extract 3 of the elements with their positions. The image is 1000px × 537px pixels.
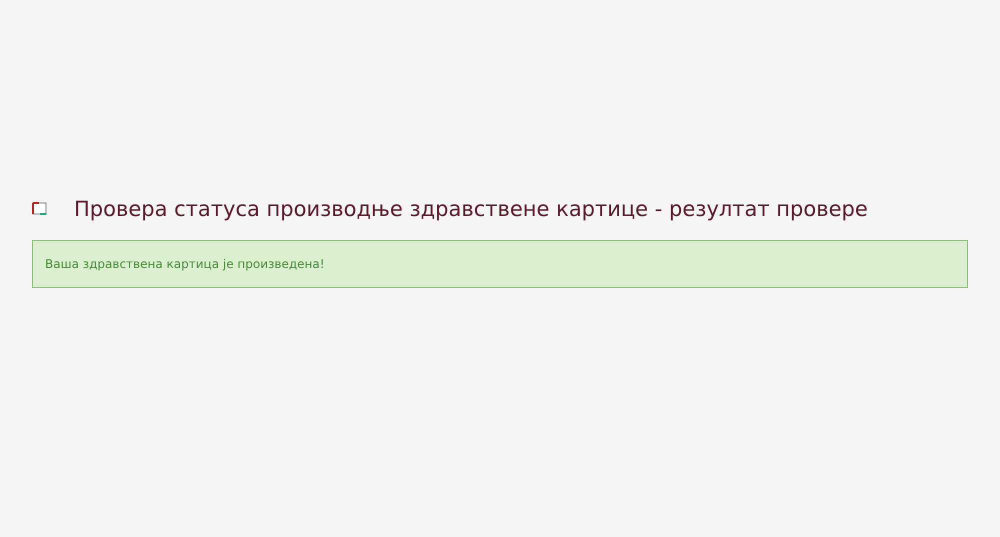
card-icon — [32, 202, 48, 216]
page-title: Провера статуса производње здравствене картице - резултат провере — [74, 197, 868, 221]
success-message: Ваша здравствена картица је произведена! — [32, 240, 968, 288]
